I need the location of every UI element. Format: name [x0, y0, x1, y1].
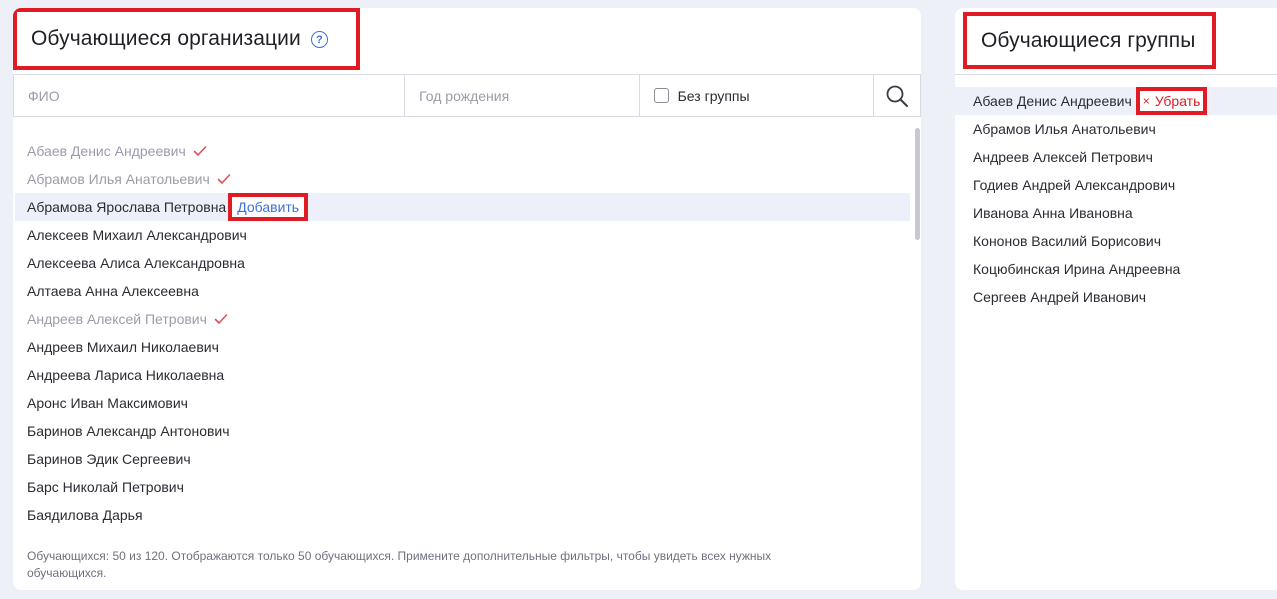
students-count-note: Обучающихся: 50 из 120. Отображаются тол… — [27, 549, 772, 580]
birth-year-filter[interactable] — [405, 75, 640, 116]
student-row[interactable]: Алтаева Анна Алексеевна — [13, 277, 913, 305]
student-row[interactable]: Алексеев Михаил Александрович — [13, 221, 913, 249]
question-circle-icon[interactable]: ? — [310, 31, 328, 48]
member-name: Абрамов Илья Анатольевич — [973, 121, 1156, 137]
student-row[interactable]: Баринов Александр Антонович — [13, 417, 913, 445]
student-name: Абаев Денис Андреевич — [27, 143, 186, 159]
group-member-row[interactable]: Абаев Денис Андреевич × Убрать — [955, 87, 1277, 115]
student-name: Абрамова Ярослава Петровна — [27, 199, 227, 215]
student-row[interactable]: Барс Николай Петрович — [13, 473, 913, 501]
search-icon[interactable] — [885, 84, 909, 108]
check-icon — [217, 174, 231, 184]
group-member-row[interactable]: Годиев Андрей Александрович — [955, 171, 1277, 199]
group-member-list: Абаев Денис Андреевич × Убрать Абрамов Илья… — [955, 87, 1277, 311]
no-group-filter[interactable]: Без группы — [640, 75, 875, 116]
student-name: Алтаева Анна Алексеевна — [27, 283, 199, 299]
student-name: Аронс Иван Максимович — [27, 395, 188, 411]
student-name: Андреева Лариса Николаевна — [27, 367, 225, 383]
student-row[interactable]: Баядилова Дарья — [13, 501, 913, 529]
student-name: Баядилова Дарья — [27, 507, 143, 523]
page-title: Обучающиеся организации — [31, 27, 301, 50]
student-name: Андреев Алексей Петрович — [27, 311, 207, 327]
student-row[interactable]: Абрамова Ярослава Петровна Добавить — [15, 193, 910, 221]
no-group-label[interactable]: Без группы — [678, 88, 750, 104]
student-list: Абаев Денис Андреевич Абрамов Илья Анатол… — [13, 137, 913, 529]
group-title: Обучающиеся группы — [981, 28, 1196, 52]
remove-label: Убрать — [1154, 93, 1201, 109]
student-row[interactable]: Алексеева Алиса Александровна — [13, 249, 913, 277]
group-member-row[interactable]: Андреев Алексей Петрович — [955, 143, 1277, 171]
member-name: Андреев Алексей Петрович — [973, 149, 1153, 165]
remove-member-button[interactable]: × Убрать — [1135, 87, 1208, 115]
student-name: Барс Николай Петрович — [27, 479, 184, 495]
group-students-header: Обучающиеся группы — [963, 12, 1216, 69]
scrollbar[interactable] — [915, 128, 920, 240]
student-row[interactable]: Абрамов Илья Анатольевич — [13, 165, 913, 193]
fio-input[interactable] — [28, 87, 405, 104]
group-member-row[interactable]: Иванова Анна Ивановна — [955, 199, 1277, 227]
student-row[interactable]: Абаев Денис Андреевич — [13, 137, 913, 165]
member-name: Абаев Денис Андреевич — [973, 93, 1132, 109]
check-icon — [214, 314, 228, 324]
student-row[interactable]: Андреева Лариса Николаевна — [13, 361, 913, 389]
student-name: Баринов Александр Антонович — [27, 423, 230, 439]
student-name: Алексеев Михаил Александрович — [27, 227, 247, 243]
organization-students-panel: Обучающиеся организации ? Без группы Аба… — [13, 8, 921, 590]
member-name: Кононов Василий Борисович — [973, 233, 1162, 249]
group-member-row[interactable]: Кононов Василий Борисович — [955, 227, 1277, 255]
student-name: Баринов Эдик Сергеевич — [27, 451, 191, 467]
no-group-checkbox[interactable] — [653, 88, 669, 103]
filter-bar: Без группы — [13, 74, 921, 117]
student-name: Андреев Михаил Николаевич — [27, 339, 219, 355]
student-row[interactable]: Баринов Эдик Сергеевич — [13, 445, 913, 473]
student-name: Абрамов Илья Анатольевич — [27, 171, 210, 187]
member-name: Иванова Анна Ивановна — [973, 205, 1133, 221]
check-icon — [193, 146, 207, 156]
close-icon: × — [1142, 94, 1150, 108]
group-member-row[interactable]: Коцюбинская Ирина Андреевна — [955, 255, 1277, 283]
student-row[interactable]: Андреев Михаил Николаевич — [13, 333, 913, 361]
student-name: Алексеева Алиса Александровна — [27, 255, 245, 271]
student-row[interactable]: Андреев Алексей Петрович — [13, 305, 913, 333]
student-row[interactable]: Аронс Иван Максимович — [13, 389, 913, 417]
group-member-row[interactable]: Абрамов Илья Анатольевич — [955, 115, 1277, 143]
organization-students-header: Обучающиеся организации ? — [13, 8, 360, 70]
search-button[interactable] — [874, 75, 920, 116]
fio-filter[interactable] — [14, 75, 406, 116]
add-student-button[interactable]: Добавить — [228, 193, 309, 221]
birth-year-input[interactable] — [419, 87, 639, 104]
member-name: Коцюбинская Ирина Андреевна — [973, 261, 1181, 277]
member-name: Годиев Андрей Александрович — [973, 177, 1176, 193]
divider — [955, 74, 1277, 75]
member-name: Сергеев Андрей Иванович — [973, 289, 1147, 305]
group-member-row[interactable]: Сергеев Андрей Иванович — [955, 283, 1277, 311]
group-students-panel: Обучающиеся группы Абаев Денис Андреевич… — [955, 8, 1277, 590]
